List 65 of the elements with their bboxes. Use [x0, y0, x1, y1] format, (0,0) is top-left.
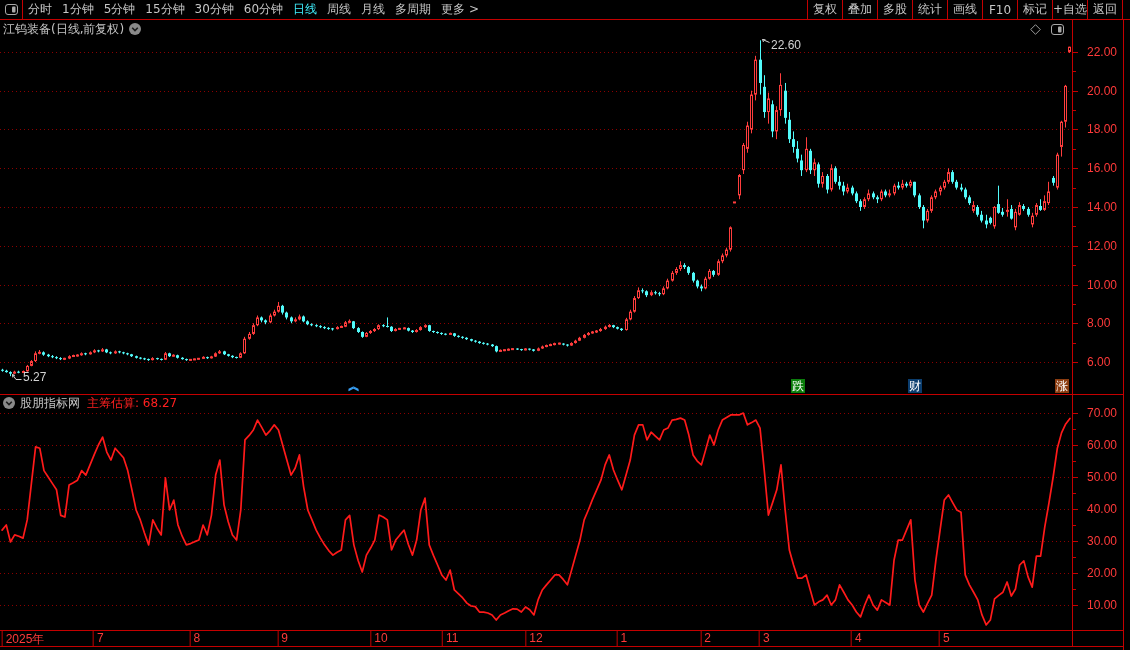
event-tag: 涨 [1054, 379, 1069, 393]
period-tab[interactable]: 月线 [356, 0, 391, 19]
toolbar-button[interactable]: 标记 [1017, 0, 1052, 19]
axis-label: 70.00 [1087, 406, 1118, 420]
period-tab[interactable]: 分时 [23, 0, 57, 19]
period-tab[interactable]: 15分钟 [140, 0, 190, 19]
date-label: 11 [441, 631, 459, 646]
axis-label: 40.00 [1087, 502, 1118, 516]
axis-label: 18.00 [1087, 122, 1118, 136]
stock-title: 江钨装备(日线,前复权) [3, 20, 125, 38]
axis-label: 14.00 [1087, 200, 1118, 214]
chevron-down-icon[interactable] [129, 23, 142, 35]
date-label: 2025年 [1, 631, 45, 646]
toolbar-button[interactable]: 叠加 [842, 0, 877, 19]
toolbar-button[interactable]: 画线 [947, 0, 982, 19]
axis-label: 60.00 [1087, 438, 1118, 452]
axis-label: 12.00 [1087, 239, 1118, 253]
panel-icon[interactable] [1051, 23, 1064, 35]
event-tag: 跌 [790, 379, 805, 393]
indicator-reading: 主筹估算: 68.27 [87, 394, 178, 412]
date-label: 2 [700, 631, 711, 646]
toolbar-button[interactable]: 复权 [807, 0, 842, 19]
period-tab[interactable]: 多周期 [390, 0, 437, 19]
date-label: 12 [525, 631, 543, 646]
axis-label: 10.00 [1087, 278, 1118, 292]
chevron-down-icon[interactable] [3, 397, 15, 409]
date-label: 9 [277, 631, 288, 646]
toolbar-button[interactable]: 多股 [877, 0, 912, 19]
toolbar-button[interactable]: 统计 [912, 0, 947, 19]
date-label: 3 [758, 631, 770, 646]
candle [1068, 46, 1071, 54]
axis-label: 30.00 [1087, 534, 1118, 548]
event-tag: 财 [907, 379, 922, 393]
axis-label: 6.00 [1087, 355, 1111, 369]
period-tab[interactable]: 30分钟 [189, 0, 239, 19]
date-label: 10 [370, 631, 388, 646]
indicator-source: 股朋指标网 [20, 394, 80, 412]
period-tab[interactable]: 5分钟 [98, 0, 141, 19]
period-tab[interactable]: 日线 [288, 0, 323, 19]
price-label: 5.27 [23, 371, 47, 384]
period-tab[interactable]: 1分钟 [57, 0, 99, 19]
date-label: 5 [938, 631, 950, 646]
toolbar-button[interactable]: F10 [982, 0, 1017, 19]
date-label: 8 [189, 631, 201, 646]
panel-icon[interactable] [4, 4, 18, 15]
date-label: 1 [616, 631, 628, 646]
period-tab[interactable]: 60分钟 [238, 0, 289, 19]
toolbar-button[interactable]: 返回 [1087, 0, 1122, 19]
date-label: 7 [93, 631, 104, 646]
period-tab[interactable]: 周线 [322, 0, 357, 19]
date-label: 4 [851, 631, 862, 646]
axis-label: 22.00 [1087, 45, 1118, 59]
candle [733, 201, 736, 204]
toolbar-button[interactable]: +自选 [1052, 0, 1087, 19]
axis-label: 20.00 [1087, 84, 1118, 98]
axis-label: 50.00 [1087, 470, 1118, 484]
pointer-arrow-icon [762, 39, 770, 45]
axis-label: 10.00 [1087, 598, 1118, 612]
diamond-icon[interactable] [1030, 23, 1041, 35]
period-tab[interactable]: 更多 > [436, 0, 484, 19]
pointer-arrow-icon [12, 374, 22, 382]
axis-label: 20.00 [1087, 566, 1118, 580]
price-label: 22.60 [771, 39, 802, 52]
axis-label: 8.00 [1087, 316, 1111, 330]
axis-label: 16.00 [1087, 161, 1118, 175]
